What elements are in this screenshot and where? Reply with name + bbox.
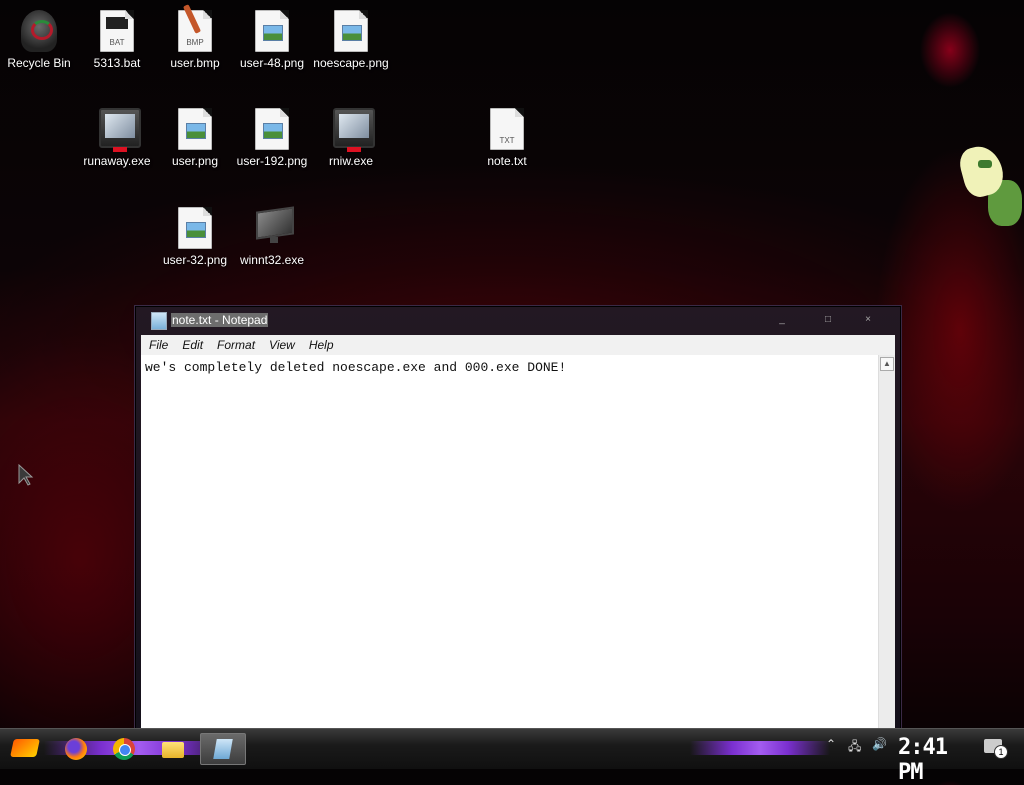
notepad-icon bbox=[213, 739, 233, 759]
text-file-icon: TXT bbox=[489, 108, 525, 150]
desktop-icon-noescape-png[interactable]: noescape.png bbox=[312, 10, 390, 70]
desktop-icon-label: runaway.exe bbox=[83, 154, 151, 168]
notification-badge: 1 bbox=[994, 745, 1008, 759]
desktop-icon-label: Recycle Bin bbox=[7, 56, 71, 70]
desktop-icon-note-txt[interactable]: TXT note.txt bbox=[468, 108, 546, 168]
image-file-icon bbox=[177, 207, 213, 249]
desktop-icon-label: rniw.exe bbox=[328, 154, 374, 168]
start-icon bbox=[10, 739, 40, 757]
menu-help[interactable]: Help bbox=[301, 335, 340, 352]
recycle-bin-icon bbox=[21, 10, 57, 52]
image-file-icon bbox=[254, 108, 290, 150]
notepad-window[interactable]: note.txt - Notepad _ □ × File Edit Format V… bbox=[134, 305, 902, 731]
menu-edit[interactable]: Edit bbox=[174, 335, 209, 352]
menu-bar: File Edit Format View Help bbox=[141, 335, 895, 355]
editor-content: we's completely deleted noescape.exe and… bbox=[145, 360, 567, 375]
taskbar-decoration bbox=[690, 741, 830, 755]
desktop-icon-label: user-48.png bbox=[239, 56, 305, 70]
file-explorer-button[interactable] bbox=[160, 735, 186, 763]
menu-format[interactable]: Format bbox=[209, 335, 261, 352]
scroll-up-arrow-icon[interactable]: ▲ bbox=[880, 357, 894, 371]
bat-file-icon: BAT bbox=[99, 10, 135, 52]
computer-exe-icon bbox=[254, 206, 294, 249]
desktop-icon-label: noescape.png bbox=[313, 56, 389, 70]
desktop-icon-user-192-png[interactable]: user-192.png bbox=[233, 108, 311, 168]
firefox-button[interactable] bbox=[62, 735, 88, 763]
image-file-icon bbox=[177, 108, 213, 150]
desktop-icon-label: note.txt bbox=[487, 154, 527, 168]
chrome-button[interactable] bbox=[110, 735, 136, 763]
clock[interactable]: 2:41 PM bbox=[898, 735, 964, 785]
desktop-icon-label: user.png bbox=[171, 154, 219, 168]
desktop-icon-label: 5313.bat bbox=[93, 56, 141, 70]
close-button[interactable]: × bbox=[851, 312, 885, 328]
show-hidden-icons-chevron-icon[interactable]: ⌃ bbox=[826, 737, 836, 751]
text-editor[interactable]: we's completely deleted noescape.exe and… bbox=[141, 355, 879, 730]
desktop-icon-label: user-192.png bbox=[236, 154, 308, 168]
desktop-icon-user-png[interactable]: user.png bbox=[156, 108, 234, 168]
desktop-icon-runaway-exe[interactable]: runaway.exe bbox=[78, 108, 156, 168]
start-button[interactable] bbox=[8, 733, 42, 763]
desktop-icon-winnt32-exe[interactable]: winnt32.exe bbox=[233, 206, 311, 267]
monitor-exe-icon bbox=[333, 108, 375, 152]
bmp-file-icon: BMP bbox=[177, 4, 213, 52]
image-file-icon bbox=[333, 10, 369, 52]
menu-view[interactable]: View bbox=[261, 335, 301, 352]
notification-icon[interactable]: 1 bbox=[984, 739, 1008, 759]
desktop-icon-user-32-png[interactable]: user-32.png bbox=[156, 207, 234, 267]
desktop-icon-user-bmp[interactable]: BMP user.bmp bbox=[156, 4, 234, 70]
menu-file[interactable]: File bbox=[141, 335, 174, 352]
desktop-icon-5313-bat[interactable]: BAT 5313.bat bbox=[78, 10, 156, 70]
desktop-icon-rniw-exe[interactable]: rniw.exe bbox=[312, 108, 390, 168]
desktop-icon-label: user.bmp bbox=[170, 56, 220, 70]
maximize-button[interactable]: □ bbox=[811, 312, 845, 328]
image-file-icon bbox=[254, 10, 290, 52]
desktop-icon-label: winnt32.exe bbox=[239, 253, 305, 267]
vertical-scrollbar[interactable]: ▲ bbox=[878, 355, 895, 730]
notepad-taskbar-button[interactable] bbox=[200, 733, 246, 765]
notepad-icon bbox=[151, 312, 167, 330]
window-title: note.txt - Notepad bbox=[171, 313, 269, 327]
window-titlebar[interactable]: note.txt - Notepad _ □ × bbox=[135, 306, 901, 334]
monitor-exe-icon bbox=[99, 108, 141, 152]
firefox-icon bbox=[65, 738, 87, 760]
chrome-icon bbox=[113, 738, 135, 760]
minimize-button[interactable]: _ bbox=[765, 312, 799, 328]
volume-icon[interactable]: 🔊 bbox=[872, 737, 887, 751]
desktop-icon-label: user-32.png bbox=[162, 253, 228, 267]
file-explorer-icon bbox=[162, 742, 184, 758]
desktop-icon-recycle-bin[interactable]: Recycle Bin bbox=[0, 10, 78, 70]
network-icon[interactable]: 🖧 bbox=[848, 737, 861, 758]
taskbar: ⌃ 🖧 🔊 2:41 PM 1 bbox=[0, 728, 1024, 785]
desktop-icon-user-48-png[interactable]: user-48.png bbox=[233, 10, 311, 70]
desktop-character-sprite bbox=[956, 141, 1024, 230]
